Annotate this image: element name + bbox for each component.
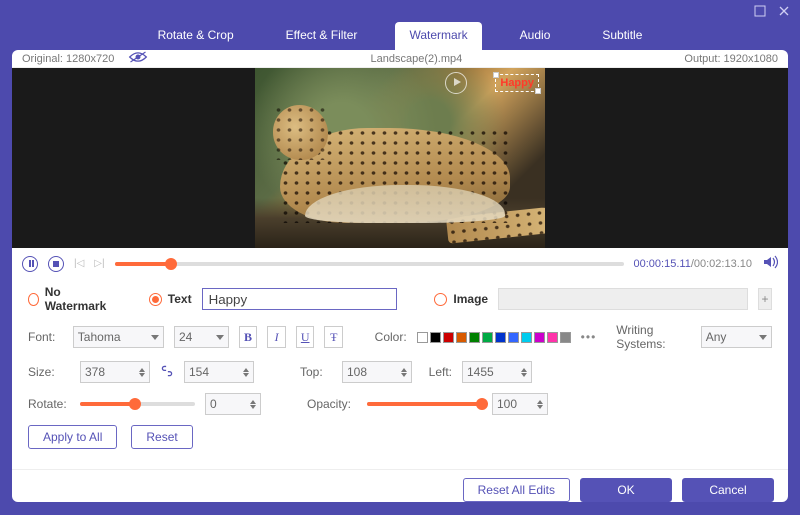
pause-button[interactable]: [22, 256, 38, 272]
volume-icon[interactable]: [762, 254, 778, 273]
color-swatch[interactable]: [456, 332, 467, 343]
reset-all-edits-button[interactable]: Reset All Edits: [463, 478, 570, 502]
filename: Landscape(2).mp4: [371, 53, 463, 65]
rotate-slider[interactable]: [80, 402, 195, 406]
output-dimensions: Output: 1920x1080: [684, 53, 778, 65]
underline-button[interactable]: U: [296, 326, 315, 348]
top-input[interactable]: 108: [342, 361, 412, 383]
reset-button[interactable]: Reset: [131, 425, 192, 449]
opacity-slider[interactable]: [367, 402, 482, 406]
radio-image-watermark[interactable]: Image: [434, 292, 488, 306]
seek-slider[interactable]: [115, 262, 624, 266]
color-swatch[interactable]: [495, 332, 506, 343]
writing-systems-label: Writing Systems:: [616, 323, 690, 351]
tab-subtitle[interactable]: Subtitle: [588, 22, 656, 50]
apply-to-all-button[interactable]: Apply to All: [28, 425, 117, 449]
size-height-input[interactable]: 154: [184, 361, 254, 383]
next-frame-button[interactable]: ▷|: [94, 258, 104, 269]
watermark-text-input[interactable]: [202, 288, 397, 310]
play-overlay-icon[interactable]: [445, 72, 467, 94]
font-select[interactable]: Tahoma: [73, 326, 164, 348]
color-swatch[interactable]: [430, 332, 441, 343]
color-swatch[interactable]: [560, 332, 571, 343]
color-swatch[interactable]: [534, 332, 545, 343]
color-swatch[interactable]: [469, 332, 480, 343]
top-label: Top:: [300, 365, 332, 379]
color-swatch[interactable]: [443, 332, 454, 343]
preview-toggle-icon[interactable]: [128, 50, 148, 67]
radio-no-watermark[interactable]: No Watermark: [28, 285, 109, 313]
watermark-image-path: [498, 288, 748, 310]
opacity-label: Opacity:: [307, 397, 357, 411]
italic-button[interactable]: I: [267, 326, 286, 348]
color-swatch[interactable]: [547, 332, 558, 343]
font-size-select[interactable]: 24: [174, 326, 229, 348]
original-dimensions: Original: 1280x720: [22, 53, 114, 65]
add-image-button[interactable]: +: [758, 288, 772, 310]
color-swatch[interactable]: [482, 332, 493, 343]
color-label: Color:: [375, 330, 407, 344]
rotate-input[interactable]: 0: [205, 393, 261, 415]
font-label: Font:: [28, 330, 63, 344]
prev-frame-button[interactable]: |◁: [74, 258, 84, 269]
tab-effect-filter[interactable]: Effect & Filter: [272, 22, 372, 50]
window-close[interactable]: [778, 5, 790, 17]
strike-button[interactable]: Ŧ: [324, 326, 343, 348]
aspect-lock-icon[interactable]: [160, 364, 174, 381]
video-preview: Happy: [12, 68, 788, 248]
color-swatch[interactable]: [417, 332, 428, 343]
tab-audio[interactable]: Audio: [506, 22, 565, 50]
opacity-input[interactable]: 100: [492, 393, 548, 415]
size-label: Size:: [28, 365, 70, 379]
stop-button[interactable]: [48, 256, 64, 272]
radio-text-watermark[interactable]: Text: [149, 292, 192, 306]
playback-time: 00:00:15.11/00:02:13.10: [634, 258, 752, 270]
cancel-button[interactable]: Cancel: [682, 478, 774, 502]
color-swatch[interactable]: [508, 332, 519, 343]
bold-button[interactable]: B: [239, 326, 258, 348]
window-minimize[interactable]: [754, 5, 766, 17]
watermark-overlay[interactable]: Happy: [495, 74, 539, 92]
more-colors[interactable]: •••: [581, 330, 597, 344]
left-input[interactable]: 1455: [462, 361, 532, 383]
rotate-label: Rotate:: [28, 397, 70, 411]
writing-systems-select[interactable]: Any: [701, 326, 772, 348]
tab-watermark[interactable]: Watermark: [395, 22, 481, 50]
color-swatch[interactable]: [521, 332, 532, 343]
size-width-input[interactable]: 378: [80, 361, 150, 383]
left-label: Left:: [422, 365, 452, 379]
tab-rotate-crop[interactable]: Rotate & Crop: [144, 22, 248, 50]
ok-button[interactable]: OK: [580, 478, 672, 502]
